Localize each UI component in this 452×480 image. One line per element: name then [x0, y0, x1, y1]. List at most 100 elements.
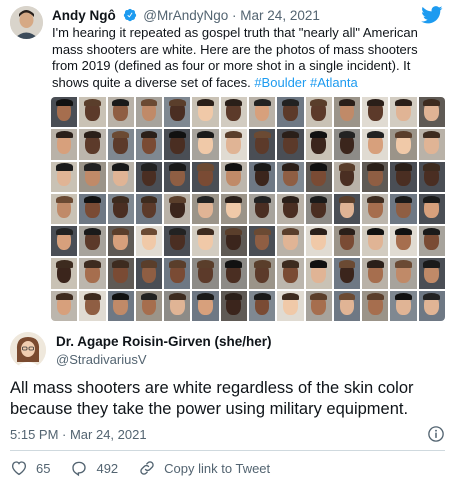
- heart-icon: [11, 461, 27, 476]
- mugshot-photo: [107, 97, 134, 128]
- mugshot-photo: [79, 258, 106, 289]
- mugshot-photo: [51, 161, 78, 192]
- mugshot-photo: [51, 97, 78, 128]
- mugshot-photo: [362, 129, 389, 160]
- tweet-timestamp[interactable]: 5:15 PM · Mar 24, 2021: [10, 427, 147, 442]
- mugshot-photo: [192, 161, 219, 192]
- mugshot-photo: [277, 290, 304, 321]
- mugshot-photo: [362, 193, 389, 225]
- mugshot-photo: [333, 129, 361, 160]
- mugshot-photo: [418, 161, 445, 192]
- hashtag-link[interactable]: #Atlanta: [310, 75, 358, 90]
- mugshot-photo: [277, 226, 304, 257]
- mugshot-photo: [79, 193, 106, 225]
- mugshot-photo: [249, 193, 276, 225]
- mugshot-photo: [305, 290, 332, 321]
- mugshot-photo: [305, 226, 332, 257]
- mugshot-photo: [135, 97, 163, 128]
- mugshot-photo: [418, 129, 445, 160]
- mugshot-photo: [107, 226, 134, 257]
- mugshot-photo: [277, 258, 304, 289]
- quoted-author-avatar[interactable]: [10, 6, 43, 39]
- mugshot-photo: [220, 161, 247, 192]
- mugshot-photo: [333, 226, 361, 257]
- mugshot-photo: [249, 97, 276, 128]
- mugshot-photo: [418, 290, 445, 321]
- mugshot-photo: [107, 258, 134, 289]
- mugshot-photo: [164, 290, 191, 321]
- like-count: 65: [36, 460, 51, 476]
- mugshot-photo: [51, 290, 78, 321]
- mugshot-photo: [51, 129, 78, 160]
- copy-link-button[interactable]: Copy link to Tweet: [138, 459, 270, 477]
- mugshot-photo: [220, 193, 247, 225]
- link-icon: [140, 461, 154, 475]
- mugshot-photo: [249, 258, 276, 289]
- twitter-bird-icon[interactable]: [421, 6, 443, 24]
- reply-button[interactable]: 492: [70, 459, 118, 477]
- mugshot-photo: [390, 226, 417, 257]
- mugshot-photo: [220, 226, 247, 257]
- mugshot-photo: [277, 161, 304, 192]
- author-name[interactable]: Dr. Agape Roisin-Girven (she/her): [56, 334, 272, 349]
- mugshot-photo: [362, 97, 389, 128]
- mugshot-photo: [135, 290, 163, 321]
- mugshot-photo: [192, 290, 219, 321]
- quoted-author-handle[interactable]: @MrAndyNgo: [143, 8, 228, 23]
- info-icon[interactable]: [427, 425, 445, 443]
- author-avatar[interactable]: [10, 332, 46, 368]
- mugshot-photo: [164, 258, 191, 289]
- mugshot-photo: [79, 161, 106, 192]
- hashtag-link[interactable]: #Boulder: [254, 75, 306, 90]
- like-button[interactable]: 65: [10, 459, 50, 477]
- tweet-text: All mass shooters are white regardless o…: [10, 379, 414, 418]
- mugshot-photo: [135, 193, 163, 225]
- mugshot-photo: [390, 161, 417, 192]
- mugshot-photo: [277, 97, 304, 128]
- mugshot-photo: [164, 161, 191, 192]
- mugshot-photo: [333, 258, 361, 289]
- mugshot-photo: [135, 129, 163, 160]
- mugshot-photo: [390, 193, 417, 225]
- mugshot-photo: [79, 290, 106, 321]
- divider: [10, 450, 445, 451]
- quoted-tweet-date[interactable]: Mar 24, 2021: [240, 8, 320, 23]
- mugshot-photo: [333, 161, 361, 192]
- mugshot-photo: [135, 258, 163, 289]
- mugshot-photo: [164, 129, 191, 160]
- mugshot-photo: [390, 258, 417, 289]
- quoted-author-name[interactable]: Andy Ngô: [52, 8, 116, 23]
- mugshot-photo: [390, 290, 417, 321]
- mugshot-photo: [79, 97, 106, 128]
- mugshot-photo: [192, 226, 219, 257]
- quoted-tweet-header: Andy Ngô @MrAndyNgo · Mar 24, 2021: [52, 8, 320, 26]
- mugshot-photo: [418, 226, 445, 257]
- mugshot-photo: [107, 193, 134, 225]
- mugshot-photo: [249, 129, 276, 160]
- copy-link-label: Copy link to Tweet: [164, 460, 271, 476]
- mugshot-photo: [164, 193, 191, 225]
- author-handle[interactable]: @StradivariusV: [56, 352, 147, 367]
- mugshot-photo: [249, 226, 276, 257]
- quoted-tweet-body: I'm hearing it repeated as gospel truth …: [52, 25, 418, 90]
- mugshot-photo: [164, 226, 191, 257]
- mugshot-photo: [192, 193, 219, 225]
- mugshot-photo: [220, 290, 247, 321]
- mugshot-photo: [107, 129, 134, 160]
- mugshot-photo: [277, 193, 304, 225]
- mugshot-photo: [305, 97, 332, 128]
- mugshot-photo: [305, 129, 332, 160]
- quoted-tweet-card[interactable]: Andy Ngô @MrAndyNgo · Mar 24, 2021 I'm h…: [0, 0, 452, 326]
- mugshot-photo: [164, 97, 191, 128]
- mugshot-photo: [220, 97, 247, 128]
- mugshot-photo: [192, 129, 219, 160]
- mugshot-photo-grid[interactable]: [51, 97, 445, 321]
- mugshot-photo: [220, 129, 247, 160]
- reply-count: 492: [96, 460, 119, 476]
- mugshot-photo: [51, 193, 78, 225]
- mugshot-photo: [135, 161, 163, 192]
- mugshot-photo: [192, 97, 219, 128]
- header-separator: ·: [232, 8, 237, 23]
- mugshot-photo: [333, 193, 361, 225]
- mugshot-photo: [277, 129, 304, 160]
